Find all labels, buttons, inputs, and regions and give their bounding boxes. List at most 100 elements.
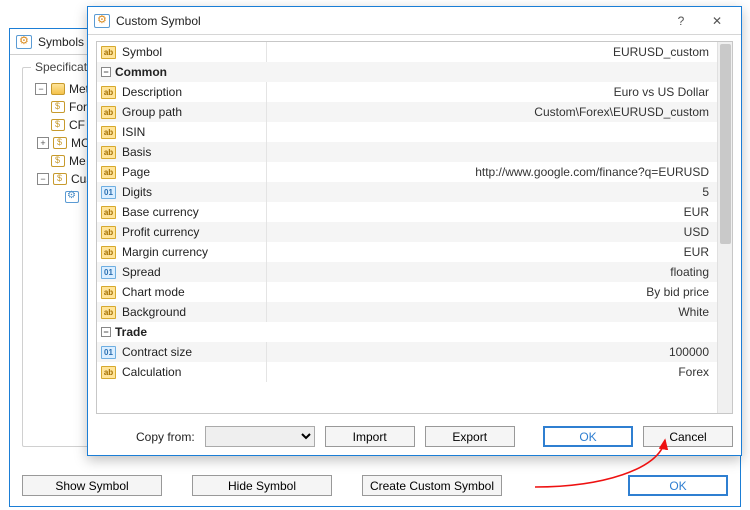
copy-from-label: Copy from:: [136, 430, 195, 444]
property-label: Spread: [122, 265, 161, 279]
property-row[interactable]: 01 Contract size 100000: [97, 342, 717, 362]
property-value[interactable]: 5: [267, 185, 717, 199]
dialog-ok-button[interactable]: OK: [543, 426, 633, 447]
section-title: Trade: [115, 325, 147, 339]
property-label: Contract size: [122, 345, 192, 359]
property-label: Profit currency: [122, 225, 199, 239]
property-type-icon: ab: [101, 166, 116, 179]
symbols-bottom-bar: Show Symbol Hide Symbol Create Custom Sy…: [22, 475, 728, 496]
property-label: Chart mode: [122, 285, 185, 299]
copy-from-select[interactable]: [205, 426, 315, 447]
property-label: Digits: [122, 185, 152, 199]
symbol-group-icon: [53, 137, 67, 149]
property-label: Page: [122, 165, 150, 179]
scrollbar[interactable]: [717, 42, 732, 413]
property-row[interactable]: ab ISIN: [97, 122, 717, 142]
property-value[interactable]: By bid price: [267, 285, 717, 299]
property-type-icon: ab: [101, 206, 116, 219]
symbols-ok-button[interactable]: OK: [628, 475, 728, 496]
dialog-app-icon: [94, 14, 110, 28]
property-type-icon: 01: [101, 346, 116, 359]
folder-icon: [51, 83, 65, 95]
symbol-group-icon: [51, 155, 65, 167]
property-value[interactable]: Forex: [267, 365, 717, 379]
property-type-icon: 01: [101, 266, 116, 279]
property-row[interactable]: ab Background White: [97, 302, 717, 322]
property-value[interactable]: EUR: [267, 205, 717, 219]
property-row[interactable]: ab Profit currency USD: [97, 222, 717, 242]
property-value[interactable]: White: [267, 305, 717, 319]
tree-collapse-icon[interactable]: −: [35, 83, 47, 95]
property-value[interactable]: floating: [267, 265, 717, 279]
property-type-icon: ab: [101, 306, 116, 319]
property-type-icon: ab: [101, 86, 116, 99]
property-value[interactable]: EURUSD_custom: [267, 45, 717, 59]
symbols-title: Symbols: [38, 35, 84, 49]
property-row[interactable]: ab Basis: [97, 142, 717, 162]
property-row[interactable]: ab Description Euro vs US Dollar: [97, 82, 717, 102]
symbol-group-icon: [51, 101, 65, 113]
property-type-icon: 01: [101, 186, 116, 199]
property-type-icon: ab: [101, 126, 116, 139]
symbol-group-icon: [53, 173, 67, 185]
property-label: Basis: [122, 145, 151, 159]
property-row[interactable]: 01 Digits 5: [97, 182, 717, 202]
property-label: Calculation: [122, 365, 181, 379]
property-row[interactable]: ab Symbol EURUSD_custom: [97, 42, 717, 62]
property-type-icon: ab: [101, 106, 116, 119]
property-label: ISIN: [122, 125, 145, 139]
close-icon[interactable]: ✕: [699, 9, 735, 33]
section-title: Common: [115, 65, 167, 79]
property-grid[interactable]: abSymbolEURUSD_custom−CommonabDescriptio…: [96, 41, 733, 414]
property-value[interactable]: EUR: [267, 245, 717, 259]
symbol-group-icon: [51, 119, 65, 131]
property-value[interactable]: USD: [267, 225, 717, 239]
custom-symbol-dialog: Custom Symbol ? ✕ ab Symbol EURUSD_custom −…: [87, 6, 742, 456]
property-label: Group path: [122, 105, 182, 119]
section-collapse-icon[interactable]: −: [101, 67, 111, 77]
custom-symbol-title: Custom Symbol: [116, 14, 201, 28]
export-button[interactable]: Export: [425, 426, 515, 447]
property-value[interactable]: Custom\Forex\EURUSD_custom: [267, 105, 717, 119]
tree-item-label[interactable]: CF: [69, 118, 85, 132]
property-section-header: −Trade: [97, 322, 717, 342]
property-value[interactable]: Euro vs US Dollar: [267, 85, 717, 99]
help-button[interactable]: ?: [663, 9, 699, 33]
tree-item-label[interactable]: Me: [69, 154, 86, 168]
property-label: Margin currency: [122, 245, 208, 259]
property-row[interactable]: ab Base currency EUR: [97, 202, 717, 222]
import-button[interactable]: Import: [325, 426, 415, 447]
dialog-cancel-button[interactable]: Cancel: [643, 426, 733, 447]
property-row[interactable]: 01 Spread floating: [97, 262, 717, 282]
dialog-footer: Copy from: Import Export OK Cancel: [96, 426, 733, 447]
property-type-icon: ab: [101, 226, 116, 239]
scrollbar-thumb[interactable]: [720, 44, 731, 244]
custom-symbol-icon: [65, 191, 79, 203]
property-value[interactable]: 100000: [267, 345, 717, 359]
show-symbol-button[interactable]: Show Symbol: [22, 475, 162, 496]
property-type-icon: ab: [101, 246, 116, 259]
property-section-header: −Common: [97, 62, 717, 82]
section-collapse-icon[interactable]: −: [101, 327, 111, 337]
tree-expand-icon[interactable]: +: [37, 137, 49, 149]
property-value[interactable]: http://www.google.com/finance?q=EURUSD: [267, 165, 717, 179]
property-row[interactable]: ab Chart mode By bid price: [97, 282, 717, 302]
property-row[interactable]: ab Margin currency EUR: [97, 242, 717, 262]
tree-collapse-icon[interactable]: −: [37, 173, 49, 185]
property-type-icon: ab: [101, 146, 116, 159]
custom-symbol-titlebar[interactable]: Custom Symbol ? ✕: [88, 7, 741, 35]
property-type-icon: ab: [101, 46, 116, 59]
symbols-app-icon: [16, 35, 32, 49]
property-type-icon: ab: [101, 286, 116, 299]
property-label: Symbol: [122, 45, 162, 59]
property-type-icon: ab: [101, 366, 116, 379]
property-label: Background: [122, 305, 186, 319]
property-row[interactable]: ab Calculation Forex: [97, 362, 717, 382]
property-row[interactable]: ab Group path Custom\Forex\EURUSD_custom: [97, 102, 717, 122]
property-label: Description: [122, 85, 182, 99]
hide-symbol-button[interactable]: Hide Symbol: [192, 475, 332, 496]
tree-item-label[interactable]: For: [69, 100, 87, 114]
property-label: Base currency: [122, 205, 199, 219]
create-custom-symbol-button[interactable]: Create Custom Symbol: [362, 475, 502, 496]
property-row[interactable]: ab Page http://www.google.com/finance?q=EU…: [97, 162, 717, 182]
